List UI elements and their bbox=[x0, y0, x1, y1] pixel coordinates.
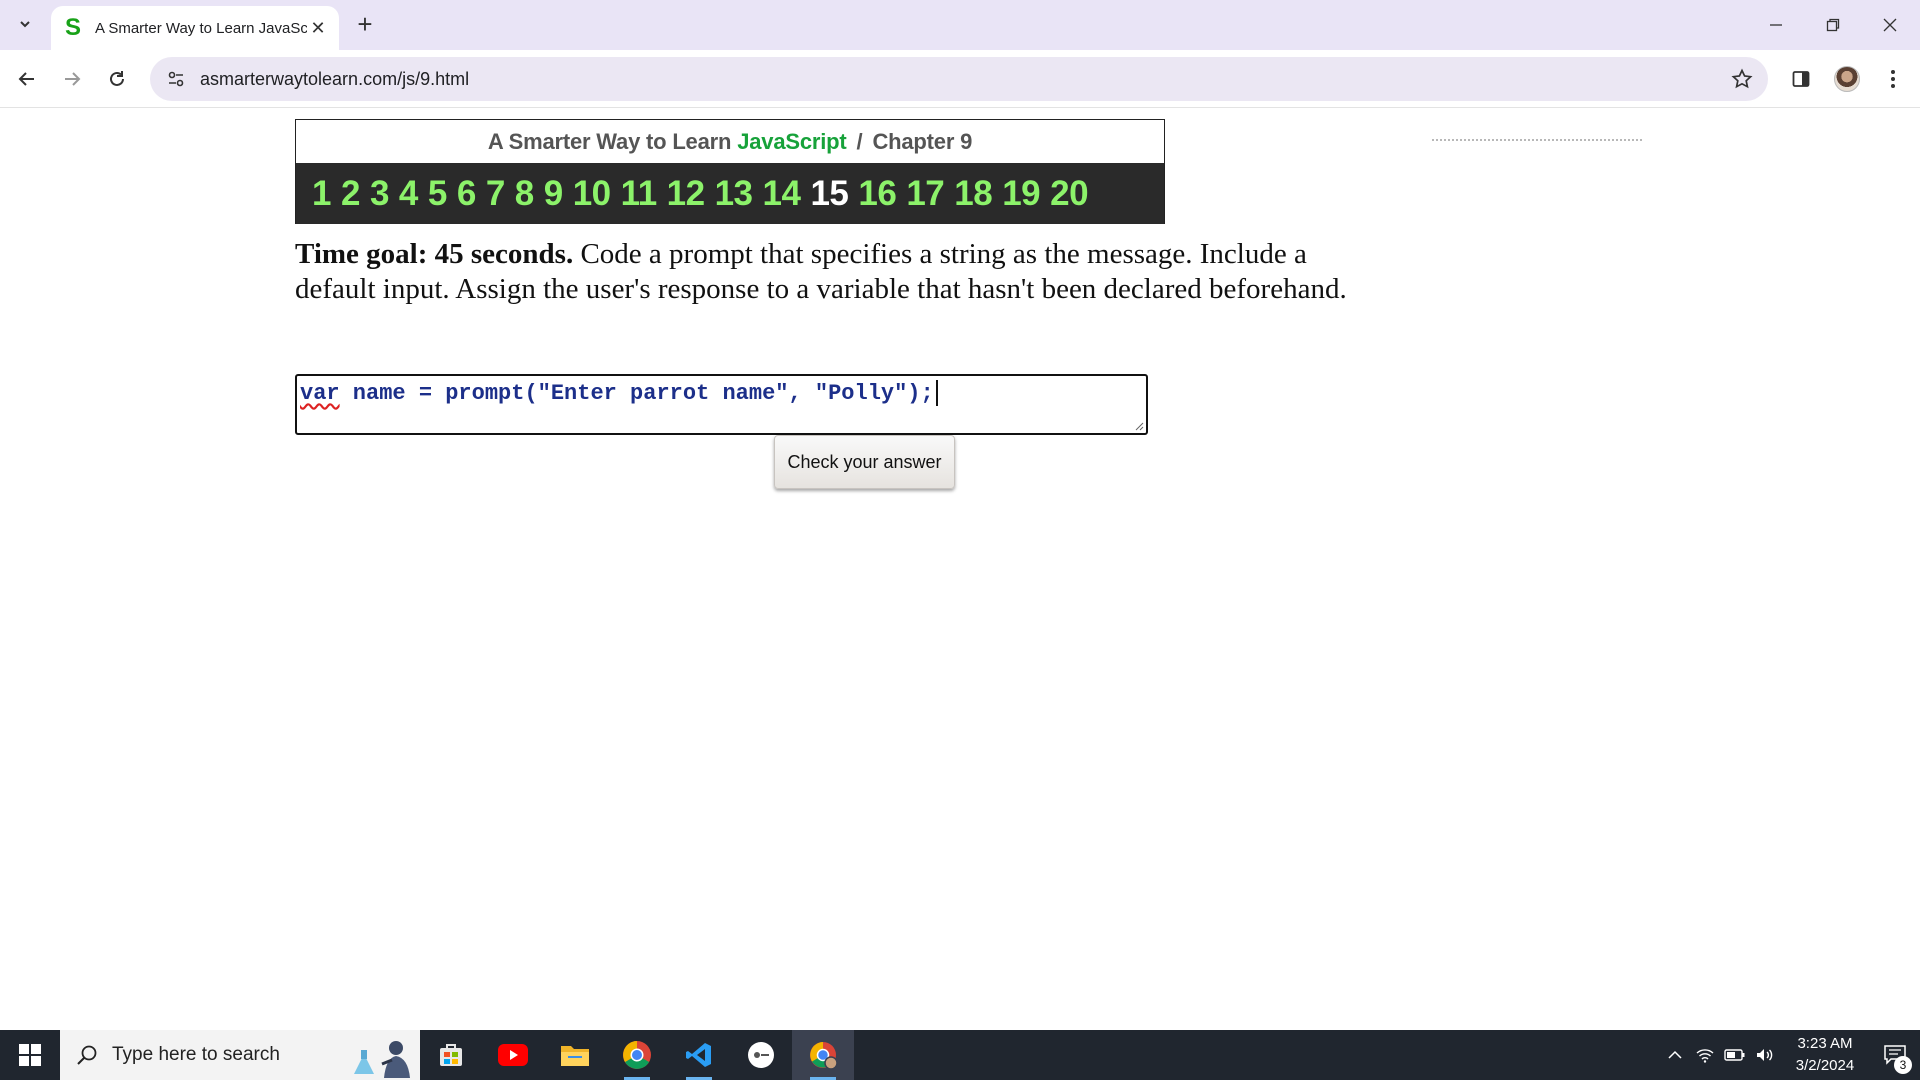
bookmark-star-icon[interactable] bbox=[1722, 59, 1762, 99]
app-circle-icon bbox=[748, 1042, 774, 1068]
restore-button[interactable] bbox=[1805, 0, 1861, 50]
restore-icon bbox=[1826, 18, 1840, 32]
chapter-link-14[interactable]: 14 bbox=[763, 174, 801, 214]
tab-strip: S A Smarter Way to Learn JavaScript ✕ + bbox=[0, 0, 1920, 50]
clock-date: 3/2/2024 bbox=[1795, 1057, 1855, 1074]
chapter-label: Chapter 9 bbox=[872, 128, 973, 154]
side-panel-icon bbox=[1792, 71, 1810, 87]
browser-tab[interactable]: S A Smarter Way to Learn JavaScript ✕ bbox=[51, 6, 339, 50]
chapter-link-8[interactable]: 8 bbox=[515, 174, 534, 214]
battery-icon[interactable] bbox=[1720, 1030, 1750, 1080]
browser-menu-button[interactable] bbox=[1876, 62, 1910, 96]
vscode-icon bbox=[686, 1043, 711, 1067]
chapter-link-6[interactable]: 6 bbox=[457, 174, 476, 214]
youtube-icon bbox=[498, 1044, 528, 1066]
taskbar-chrome-profile[interactable] bbox=[792, 1030, 854, 1080]
taskbar-clock[interactable]: 3:23 AM 3/2/2024 bbox=[1780, 1033, 1870, 1077]
chapter-link-4[interactable]: 4 bbox=[399, 174, 418, 214]
taskbar-search-box[interactable]: Type here to search bbox=[60, 1030, 420, 1080]
chapter-link-5[interactable]: 5 bbox=[428, 174, 447, 214]
close-window-button[interactable] bbox=[1862, 0, 1918, 50]
folder-icon bbox=[561, 1046, 589, 1066]
chapter-link-3[interactable]: 3 bbox=[370, 174, 389, 214]
reload-button[interactable] bbox=[100, 62, 134, 96]
notification-center-button[interactable]: 3 bbox=[1870, 1030, 1920, 1080]
windows-logo-icon bbox=[19, 1044, 41, 1066]
store-icon bbox=[440, 1044, 462, 1066]
answer-textarea[interactable]: var name = prompt("Enter parrot name", "… bbox=[295, 374, 1148, 435]
show-hidden-icons-chevron-up-icon[interactable] bbox=[1660, 1030, 1690, 1080]
arrow-left-icon bbox=[18, 72, 34, 86]
resize-handle-icon[interactable] bbox=[1134, 421, 1144, 431]
address-bar[interactable]: asmarterwaytolearn.com/js/9.html bbox=[150, 57, 1768, 101]
taskbar-file-explorer[interactable] bbox=[544, 1030, 606, 1080]
exercise-instructions: Time goal: 45 seconds. Code a prompt tha… bbox=[295, 237, 1355, 307]
minimize-button[interactable] bbox=[1748, 0, 1804, 50]
web-page: A Smarter Way to Learn JavaScript / Chap… bbox=[0, 109, 1920, 1030]
avatar bbox=[1834, 66, 1860, 92]
taskbar-youtube[interactable] bbox=[482, 1030, 544, 1080]
chapter-link-11[interactable]: 11 bbox=[621, 174, 658, 214]
search-placeholder: Type here to search bbox=[112, 1044, 280, 1065]
code-text: name = prompt("Enter parrot name", "Poll… bbox=[339, 380, 934, 406]
taskbar-chrome[interactable] bbox=[606, 1030, 668, 1080]
side-panel-button[interactable] bbox=[1784, 62, 1818, 96]
search-icon bbox=[77, 1045, 97, 1065]
clock-time: 3:23 AM bbox=[1797, 1035, 1853, 1052]
system-tray: 3:23 AM 3/2/2024 3 bbox=[1660, 1030, 1920, 1080]
taskbar-app-generic[interactable] bbox=[730, 1030, 792, 1080]
chevron-down-icon bbox=[20, 21, 30, 28]
book-title: A Smarter Way to Learn JavaScript / Chap… bbox=[296, 120, 1164, 163]
profile-button[interactable] bbox=[1830, 62, 1864, 96]
chapter-navigator: A Smarter Way to Learn JavaScript / Chap… bbox=[295, 119, 1165, 224]
chapter-link-18[interactable]: 18 bbox=[954, 174, 992, 214]
wifi-icon[interactable] bbox=[1690, 1030, 1720, 1080]
back-button[interactable] bbox=[10, 62, 44, 96]
tab-search-button[interactable] bbox=[10, 9, 40, 39]
tab-title: A Smarter Way to Learn JavaScript bbox=[95, 19, 307, 37]
text-caret bbox=[935, 380, 938, 406]
chapter-link-9[interactable]: 9 bbox=[544, 174, 563, 214]
check-answer-button[interactable]: Check your answer bbox=[774, 435, 955, 489]
chapter-link-13[interactable]: 13 bbox=[715, 174, 753, 214]
chapter-link-19[interactable]: 19 bbox=[1002, 174, 1040, 214]
search-highlight-illustration-icon bbox=[354, 1041, 410, 1078]
close-icon bbox=[1883, 18, 1897, 32]
chapter-link-1[interactable]: 1 bbox=[312, 174, 331, 214]
url-text: asmarterwaytolearn.com/js/9.html bbox=[200, 68, 470, 89]
chrome-profile-icon bbox=[810, 1042, 838, 1070]
start-button[interactable] bbox=[0, 1030, 60, 1080]
title-separator: / bbox=[856, 128, 863, 154]
reload-icon bbox=[110, 71, 124, 86]
notification-count-badge: 3 bbox=[1894, 1056, 1912, 1074]
minimize-icon bbox=[1770, 24, 1782, 26]
volume-icon[interactable] bbox=[1750, 1030, 1780, 1080]
chapter-link-10[interactable]: 10 bbox=[573, 174, 611, 214]
chapter-link-16[interactable]: 16 bbox=[858, 174, 896, 214]
site-info-icon[interactable] bbox=[154, 57, 198, 101]
book-title-prefix: A Smarter Way to Learn bbox=[487, 128, 732, 154]
chapter-link-7[interactable]: 7 bbox=[486, 174, 505, 214]
chrome-icon bbox=[623, 1041, 651, 1069]
chapter-link-12[interactable]: 12 bbox=[667, 174, 705, 214]
taskbar-vscode[interactable] bbox=[668, 1030, 730, 1080]
chapter-link-15[interactable]: 15 bbox=[810, 174, 848, 214]
browser-toolbar: asmarterwaytolearn.com/js/9.html bbox=[0, 50, 1920, 108]
taskbar-microsoft-store[interactable] bbox=[420, 1030, 482, 1080]
windows-taskbar: Type here to search 3:23 AM 3/2/2024 3 bbox=[0, 1030, 1920, 1080]
book-title-brand: JavaScript bbox=[737, 128, 847, 154]
chapter-link-20[interactable]: 20 bbox=[1050, 174, 1088, 214]
more-vertical-icon bbox=[1891, 70, 1895, 88]
arrow-right-icon bbox=[65, 72, 81, 86]
forward-button[interactable] bbox=[55, 62, 89, 96]
close-tab-icon[interactable]: ✕ bbox=[307, 17, 329, 39]
decorative-divider bbox=[1432, 139, 1642, 141]
time-goal: Time goal: 45 seconds. bbox=[295, 238, 574, 270]
new-tab-button[interactable]: + bbox=[350, 9, 380, 39]
chapter-links: 1 2 3 4 5 6 7 8 9 10 11 12 13 14 15 16 17 18 19 20 bbox=[296, 163, 1164, 224]
site-favicon-icon: S bbox=[64, 14, 81, 41]
code-keyword: var bbox=[300, 380, 340, 406]
chapter-link-2[interactable]: 2 bbox=[341, 174, 360, 214]
chapter-link-17[interactable]: 17 bbox=[906, 174, 944, 214]
